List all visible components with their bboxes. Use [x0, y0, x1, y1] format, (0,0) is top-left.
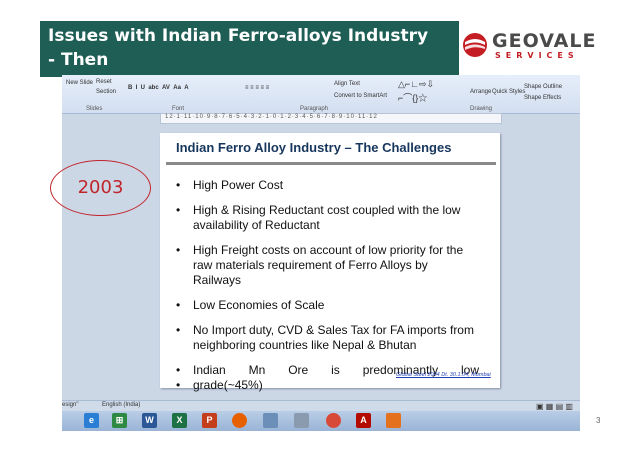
bullet-item: Low Economies of Scale: [174, 298, 479, 313]
firefox-icon[interactable]: [232, 413, 247, 428]
font-format-buttons[interactable]: B I U abc AV Aa A: [128, 85, 189, 91]
media-icon[interactable]: [294, 413, 309, 428]
paragraph-align-buttons[interactable]: ≡ ≡ ≡ ≡ ≡: [245, 85, 269, 91]
slide-title: Indian Ferro Alloy Industry – The Challe…: [176, 140, 452, 155]
store-icon[interactable]: ⊞: [112, 413, 127, 428]
geovale-logo: GEOVALE SERVICES: [462, 30, 595, 62]
logo-wordmark: GEOVALE: [492, 30, 597, 52]
bullet-item: High & Rising Reductant cost coupled wit…: [174, 203, 479, 233]
new-slide-button[interactable]: New Slide: [66, 80, 93, 86]
chrome-icon[interactable]: [326, 413, 341, 428]
shapes-gallery-row2[interactable]: ⌐⌒{}☆: [398, 91, 427, 104]
notepad-icon[interactable]: [263, 413, 278, 428]
powerpoint-icon[interactable]: P: [202, 413, 217, 428]
quick-styles-button[interactable]: Quick Styles: [492, 89, 525, 95]
slide-canvas[interactable]: Indian Ferro Alloy Industry – The Challe…: [160, 133, 500, 393]
arrange-button[interactable]: Arrange: [470, 89, 491, 95]
bullet-continuation-text: grade(~45%): [193, 378, 263, 392]
slide-title-divider: [166, 162, 496, 165]
office-icon[interactable]: [386, 413, 401, 428]
title-banner: Issues with Indian Ferro-alloys Industry…: [40, 21, 459, 77]
bullet-item: High Power Cost: [174, 178, 479, 193]
excel-icon[interactable]: X: [172, 413, 187, 428]
banner-title-line1: Issues with Indian Ferro-alloys Industry: [48, 26, 429, 46]
word-icon[interactable]: W: [142, 413, 157, 428]
acrobat-icon[interactable]: A: [356, 413, 371, 428]
convert-smartart-button[interactable]: Convert to SmartArt: [334, 93, 387, 99]
slides-group-label: Slides: [86, 106, 103, 112]
bullet-item: No Import duty, CVD & Sales Tax for FA i…: [174, 323, 479, 353]
year-label: 2003: [77, 177, 124, 198]
section-button[interactable]: Section: [96, 89, 116, 95]
font-group-label: Font: [172, 106, 185, 112]
page-number: 3: [596, 416, 601, 425]
view-buttons[interactable]: ▣ ▦ ▤ ▥: [536, 402, 573, 411]
ruler-ticks: 12·1·11·10·9·8·7·6·5·4·3·2·1·0·1·2·3·4·5…: [165, 114, 378, 120]
windows-taskbar: e ⊞ W X P A: [62, 411, 580, 431]
reset-button[interactable]: Reset: [96, 79, 112, 85]
banner-title-line2: - Then: [48, 50, 109, 70]
horizontal-ruler[interactable]: 12·1·11·10·9·8·7·6·5·4·3·2·1·0·1·2·3·4·5…: [160, 113, 502, 124]
logo-subtitle: SERVICES: [495, 51, 579, 60]
shape-outline-button[interactable]: Shape Outline: [524, 84, 562, 90]
align-text-button[interactable]: Align Text: [334, 81, 360, 87]
ie-icon[interactable]: e: [84, 413, 99, 428]
ribbon: New Slide Reset Section B I U abc AV Aa …: [62, 75, 580, 114]
shapes-gallery[interactable]: △⌐∟⇨⇩: [398, 79, 434, 90]
shape-effects-button[interactable]: Shape Effects: [524, 95, 561, 101]
paragraph-group-label: Paragraph: [300, 106, 329, 112]
drawing-group-label: Drawing: [470, 106, 493, 112]
geovale-globe-icon: [463, 33, 487, 57]
bullet-list: High Power Cost High & Rising Reductant …: [174, 178, 479, 393]
status-language[interactable]: English (India): [102, 402, 140, 408]
bullet-item: High Freight costs on account of low pri…: [174, 243, 479, 288]
source-citation: Global Steel 2004 Dt. 30.1.04, Mumbai: [396, 372, 491, 378]
bullet-item-continuation: grade(~45%): [174, 378, 479, 393]
status-theme: esign": [62, 402, 79, 408]
powerpoint-screenshot: New Slide Reset Section B I U abc AV Aa …: [62, 75, 580, 431]
